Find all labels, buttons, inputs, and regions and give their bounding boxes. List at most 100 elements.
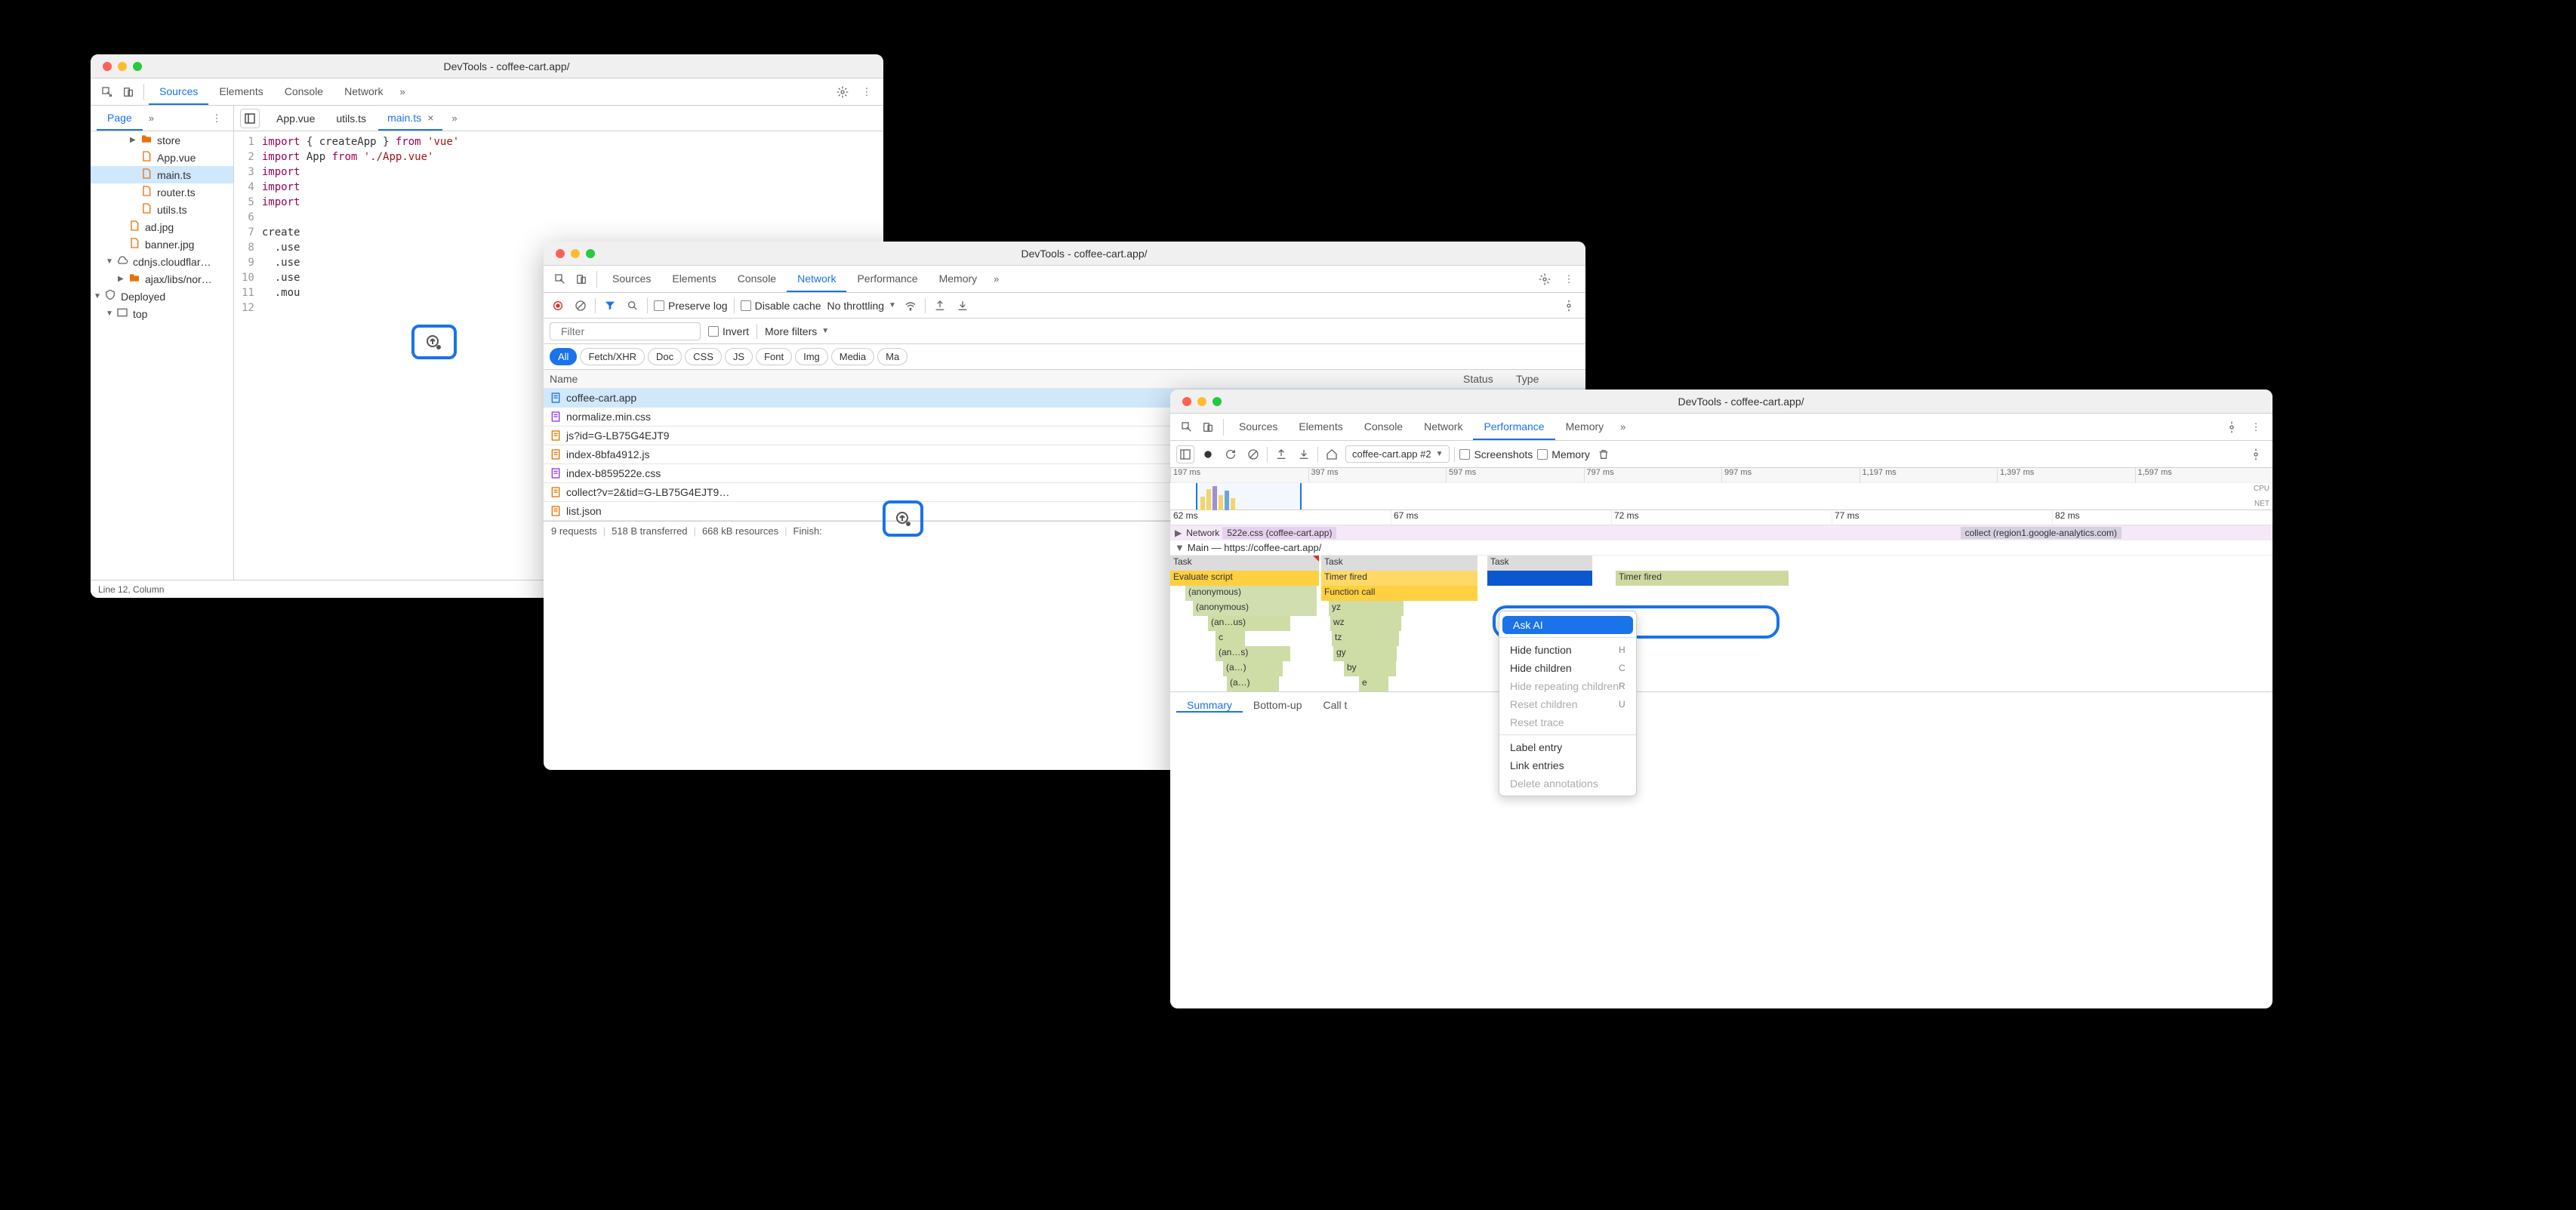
home-icon[interactable] [1323, 445, 1341, 463]
more-menu-icon[interactable]: ⋮ [856, 82, 877, 103]
tree-item[interactable]: ad.jpg [91, 218, 233, 236]
minimize-window-button[interactable] [118, 62, 127, 71]
inspect-element-icon[interactable] [97, 82, 118, 103]
tree-item[interactable]: router.ts [91, 183, 233, 201]
record-button[interactable] [550, 297, 566, 314]
filter-pill[interactable]: Img [795, 348, 828, 365]
record-button[interactable] [1199, 445, 1217, 463]
flame-entry[interactable]: e [1359, 676, 1389, 691]
download-har-icon[interactable] [954, 297, 971, 314]
filter-pill[interactable]: Media [831, 348, 874, 365]
reload-record-icon[interactable] [1222, 445, 1240, 463]
more-menu-icon[interactable]: ⋮ [2245, 417, 2266, 438]
tab-sources[interactable]: Sources [1228, 414, 1288, 440]
overview-strip[interactable]: CPU NET [1170, 483, 2272, 510]
invert-checkbox[interactable]: Invert [708, 325, 749, 337]
device-toggle-icon[interactable] [118, 82, 139, 103]
subtab-overflow-icon[interactable]: » [143, 112, 160, 124]
toggle-navigator-icon[interactable] [240, 109, 260, 128]
time-ruler-detail[interactable]: 62 ms67 ms72 ms77 ms82 ms [1170, 510, 2272, 525]
flame-entry[interactable]: yz [1329, 601, 1404, 616]
capture-settings-icon[interactable] [2245, 444, 2266, 465]
clear-icon[interactable] [1244, 445, 1262, 463]
settings-icon[interactable] [2221, 417, 2242, 438]
tab-elements[interactable]: Elements [1288, 414, 1353, 440]
flame-entry[interactable]: Evaluate script [1170, 571, 1320, 586]
tree-item[interactable]: ▼cdnjs.cloudflar… [91, 253, 233, 270]
close-window-button[interactable] [103, 62, 112, 71]
flame-entry[interactable]: gy [1333, 646, 1397, 661]
editor-tab-appvue[interactable]: App.vue [267, 106, 324, 131]
tab-summary[interactable]: Summary [1176, 699, 1243, 713]
tab-memory[interactable]: Memory [929, 266, 988, 292]
tab-console[interactable]: Console [274, 79, 334, 105]
flame-entry[interactable]: c [1216, 631, 1246, 646]
upload-icon[interactable] [1272, 445, 1290, 463]
download-icon[interactable] [1295, 445, 1313, 463]
table-header[interactable]: Name Status Type [544, 370, 1585, 389]
flame-entry[interactable]: (a…) [1223, 661, 1283, 676]
maximize-window-button[interactable] [586, 249, 595, 258]
tree-item[interactable]: utils.ts [91, 201, 233, 218]
minimize-window-button[interactable] [1197, 397, 1206, 406]
upload-har-icon[interactable] [932, 297, 948, 314]
close-window-button[interactable] [556, 249, 565, 258]
main-thread-label[interactable]: ▼Main — https://coffee-cart.app/ [1170, 540, 2272, 556]
flame-entry[interactable]: (a…) [1227, 676, 1280, 691]
filter-pill[interactable]: Doc [648, 348, 682, 365]
tab-network[interactable]: Network [1413, 414, 1473, 440]
time-ruler-overview[interactable]: 197 ms397 ms597 ms797 ms997 ms1,197 ms1,… [1170, 468, 2272, 483]
filter-pill[interactable]: Ma [877, 348, 907, 365]
disable-cache-checkbox[interactable]: Disable cache [741, 300, 821, 312]
trash-icon[interactable] [1595, 445, 1613, 463]
tab-network[interactable]: Network [787, 266, 846, 292]
inspect-element-icon[interactable] [550, 269, 571, 290]
minimize-window-button[interactable] [571, 249, 580, 258]
tab-memory[interactable]: Memory [1555, 414, 1615, 440]
more-menu-icon[interactable]: ⋮ [206, 108, 227, 129]
search-icon[interactable] [624, 297, 641, 314]
settings-icon[interactable] [1534, 269, 1555, 290]
flame-chart[interactable]: TaskEvaluate script(anonymous)(anonymous… [1170, 556, 2272, 691]
editor-tab-utils[interactable]: utils.ts [327, 106, 375, 131]
tree-item[interactable]: ▶ajax/libs/nor… [91, 270, 233, 288]
tab-sources[interactable]: Sources [149, 79, 208, 105]
device-toggle-icon[interactable] [1197, 417, 1219, 438]
tab-elements[interactable]: Elements [208, 79, 273, 105]
recording-select[interactable]: coffee-cart.app #2▼ [1345, 445, 1450, 463]
preserve-log-checkbox[interactable]: Preserve log [654, 300, 728, 312]
flame-entry[interactable]: (an…s) [1216, 646, 1291, 661]
close-window-button[interactable] [1182, 397, 1191, 406]
subtab-page[interactable]: Page [97, 106, 143, 131]
flame-entry[interactable]: Task [1321, 556, 1478, 571]
ask-ai-button[interactable]: Ask AI [1502, 616, 1633, 634]
filter-icon[interactable] [602, 297, 618, 314]
throttling-select[interactable]: No throttling▼ [827, 300, 896, 312]
device-toggle-icon[interactable] [571, 269, 592, 290]
tree-item[interactable]: App.vue [91, 149, 233, 166]
flame-entry[interactable]: Task [1170, 556, 1320, 571]
tab-call-tree[interactable]: Call t [1313, 699, 1358, 713]
network-track[interactable]: ▶ Network 522e.css (coffee-cart.app) col… [1170, 525, 2272, 540]
context-menu-item[interactable]: Link entries [1499, 756, 1636, 774]
tab-console[interactable]: Console [727, 266, 787, 292]
context-menu-item[interactable]: Label entry [1499, 738, 1636, 756]
tabs-overflow-icon[interactable]: » [988, 266, 1005, 292]
toggle-sidebar-icon[interactable] [1176, 445, 1194, 463]
clear-icon[interactable] [572, 297, 589, 314]
flame-entry[interactable]: Function call [1321, 586, 1478, 601]
context-menu-item[interactable]: Hide childrenC [1499, 659, 1636, 677]
tree-item[interactable]: ▶store [91, 131, 233, 149]
tab-network[interactable]: Network [334, 79, 393, 105]
flame-entry[interactable]: (anonymous) [1193, 601, 1317, 616]
more-filters-select[interactable]: More filters▼ [765, 325, 829, 337]
inspect-element-icon[interactable] [1176, 417, 1197, 438]
tree-item[interactable]: main.ts [91, 166, 233, 183]
maximize-window-button[interactable] [133, 62, 142, 71]
filter-pill[interactable]: Font [756, 348, 792, 365]
maximize-window-button[interactable] [1213, 397, 1222, 406]
tabs-overflow-icon[interactable]: » [1614, 414, 1632, 440]
tab-elements[interactable]: Elements [661, 266, 726, 292]
editor-tabs-overflow-icon[interactable]: » [445, 112, 463, 124]
flame-entry[interactable]: by [1344, 661, 1397, 676]
